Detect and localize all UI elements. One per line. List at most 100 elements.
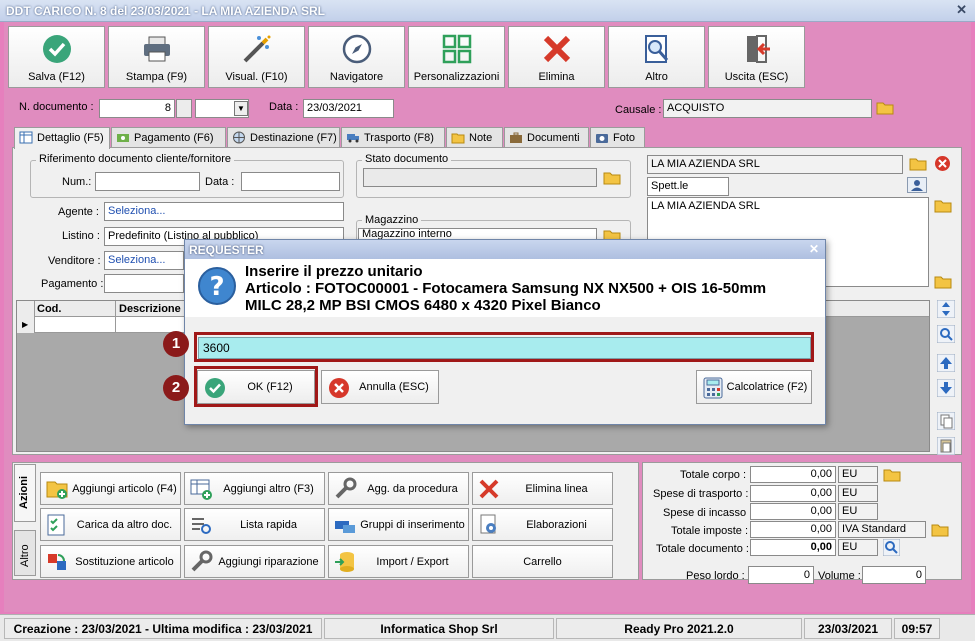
wrench-icon	[191, 550, 213, 572]
gross-weight-input[interactable]: 0	[748, 566, 814, 584]
volume-input[interactable]: 0	[862, 566, 926, 584]
dialog-message-line1: Inserire il prezzo unitario	[245, 263, 423, 280]
delete-button[interactable]: Elimina	[508, 26, 605, 88]
seller-input[interactable]: Seleziona...	[104, 251, 184, 270]
shipping-value[interactable]: 0,00	[750, 485, 836, 502]
chevron-down-icon[interactable]: ▼	[234, 101, 248, 116]
briefcase-icon	[510, 132, 522, 143]
tab-label: Note	[469, 132, 493, 144]
taxes-label: Totale imposte :	[671, 525, 749, 537]
tab-label: Documenti	[527, 132, 580, 144]
processing-label: Elaborazioni	[526, 519, 587, 531]
row-pointer-icon: ▶	[22, 320, 29, 329]
add-folder-icon	[46, 481, 68, 499]
arrow-up-icon[interactable]	[937, 354, 955, 372]
cart-button[interactable]: Carrello	[472, 545, 613, 578]
side-tab-altro[interactable]: Altro	[14, 530, 36, 576]
causale-label: Causale :	[615, 104, 662, 116]
status-input[interactable]	[363, 168, 597, 187]
view-button[interactable]: Visual. (F10)	[208, 26, 305, 88]
vat-type[interactable]: IVA Standard	[838, 521, 926, 538]
taxes-value: 0,00	[750, 521, 836, 538]
import-export-button[interactable]: Import / Export	[328, 545, 469, 578]
calculator-label: Calcolatrice (F2)	[726, 381, 808, 393]
folder-icon	[451, 133, 465, 144]
tab-documenti[interactable]: Documenti	[504, 127, 589, 148]
question-icon: ?	[198, 267, 236, 305]
window-close-icon[interactable]: ✕	[956, 2, 967, 18]
side-tab-label: Altro	[19, 544, 31, 567]
customize-label: Personalizzazioni	[413, 71, 500, 83]
tab-trasporto[interactable]: Trasporto (F8)	[341, 127, 445, 148]
customer-name-input[interactable]: LA MIA AZIENDA SRL	[647, 155, 903, 174]
add-article-button[interactable]: Aggiungi articolo (F4)	[40, 472, 181, 505]
side-tab-azioni[interactable]: Azioni	[14, 464, 36, 522]
other-label: Altro	[645, 71, 668, 83]
clear-icon[interactable]	[934, 155, 951, 172]
add-from-procedure-button[interactable]: Agg. da procedura	[328, 472, 469, 505]
folder-icon[interactable]	[934, 198, 952, 213]
zoom-icon[interactable]	[883, 539, 900, 556]
total-body-currency: EU	[838, 466, 878, 483]
sort-icon[interactable]	[937, 300, 955, 318]
highlight-box-ok	[194, 366, 318, 407]
column-header-descrizione[interactable]: Descrizione	[119, 303, 181, 315]
causale-input[interactable]: ACQUISTO	[663, 99, 872, 118]
grid-blocks-icon	[442, 34, 471, 64]
grid-cell[interactable]	[35, 317, 115, 333]
add-repair-label: Aggiungi riparazione	[218, 556, 319, 568]
folder-icon[interactable]	[909, 156, 927, 171]
tab-note[interactable]: Note	[446, 127, 503, 148]
seller-label: Venditore :	[48, 255, 101, 267]
other-button[interactable]: Altro	[608, 26, 705, 88]
cancel-button[interactable]: Annulla (ESC)	[321, 370, 439, 404]
copy-icon[interactable]	[937, 412, 955, 430]
globe-icon	[233, 131, 245, 144]
arrow-down-icon[interactable]	[937, 379, 955, 397]
folder-icon[interactable]	[603, 170, 621, 185]
doc-number-spinner[interactable]	[176, 99, 192, 118]
date-input[interactable]: 23/03/2021	[303, 99, 394, 118]
navigator-button[interactable]: Navigatore	[308, 26, 405, 88]
payment-input[interactable]	[104, 274, 184, 293]
replace-icon	[48, 554, 66, 570]
folder-icon[interactable]	[883, 467, 901, 482]
ref-num-input[interactable]	[95, 172, 200, 191]
agent-input[interactable]: Seleziona...	[104, 202, 344, 221]
insert-groups-label: Gruppi di inserimento	[360, 519, 465, 531]
column-header-cod[interactable]: Cod.	[37, 303, 61, 315]
tab-pagamento[interactable]: Pagamento (F6)	[111, 127, 226, 148]
calculator-button[interactable]: Calcolatrice (F2)	[696, 370, 812, 404]
exit-button[interactable]: Uscita (ESC)	[708, 26, 805, 88]
status-time: 09:57	[894, 618, 940, 639]
replace-article-button[interactable]: Sostituzione articolo	[40, 545, 181, 578]
folder-icon[interactable]	[876, 100, 894, 115]
collection-value[interactable]: 0,00	[750, 503, 836, 520]
delete-line-button[interactable]: Elimina linea	[472, 472, 613, 505]
status-company: Informatica Shop Srl	[324, 618, 554, 639]
ref-date-input[interactable]	[241, 172, 340, 191]
print-button[interactable]: Stampa (F9)	[108, 26, 205, 88]
tab-dettaglio[interactable]: Dettaglio (F5)	[14, 127, 110, 149]
dialog-close-icon[interactable]: ✕	[809, 242, 819, 256]
date-label: Data :	[269, 101, 299, 113]
group-insert-icon	[335, 521, 355, 533]
tab-foto[interactable]: Foto	[590, 127, 645, 148]
add-other-button[interactable]: Aggiungi altro (F3)	[184, 472, 325, 505]
person-card-icon[interactable]	[907, 177, 927, 193]
save-button[interactable]: Salva (F12)	[8, 26, 105, 88]
doc-number-input[interactable]: 8	[99, 99, 175, 118]
insert-groups-button[interactable]: Gruppi di inserimento	[328, 508, 469, 541]
tab-destinazione[interactable]: Destinazione (F7)	[227, 127, 340, 148]
search-icon[interactable]	[937, 325, 955, 343]
processing-button[interactable]: Elaborazioni	[472, 508, 613, 541]
folder-icon[interactable]	[931, 522, 949, 537]
list-search-icon	[192, 518, 211, 534]
folder-icon[interactable]	[934, 274, 952, 289]
quick-list-button[interactable]: Lista rapida	[184, 508, 325, 541]
load-from-doc-button[interactable]: Carica da altro doc.	[40, 508, 181, 541]
paste-icon[interactable]	[937, 437, 955, 455]
add-repair-button[interactable]: Aggiungi riparazione	[184, 545, 325, 578]
customer-title-input[interactable]: Spett.le	[647, 177, 729, 196]
customize-button[interactable]: Personalizzazioni	[408, 26, 505, 88]
